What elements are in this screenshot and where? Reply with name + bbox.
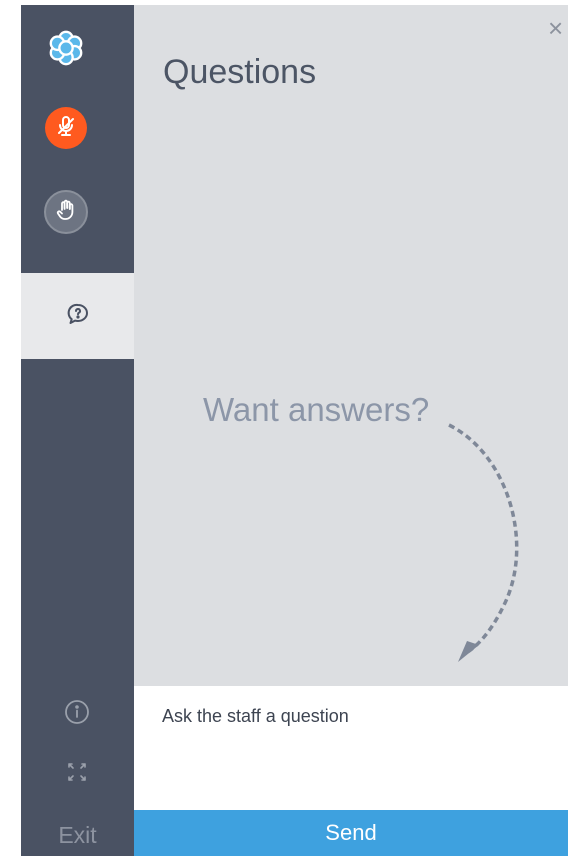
flower-logo-icon[interactable] [45,27,87,69]
mic-muted-icon [54,114,78,143]
sidebar: Exit [21,5,134,856]
questions-panel: Questions × Want answers? [134,5,568,686]
expand-icon [66,761,88,788]
close-icon[interactable]: × [548,15,563,41]
fullscreen-button[interactable] [64,761,90,787]
question-bubble-icon [66,302,90,331]
raise-hand-icon [54,198,78,227]
tab-questions[interactable] [21,273,134,359]
raise-hand-button[interactable] [44,190,88,234]
curved-arrow-icon [448,423,519,662]
empty-state-prompt: Want answers? [203,391,430,428]
info-icon [64,699,90,730]
mic-toggle-button[interactable] [45,107,87,149]
info-button[interactable] [64,699,90,730]
exit-button[interactable]: Exit [21,822,134,849]
question-input[interactable] [162,706,542,796]
send-button[interactable]: Send [134,810,568,856]
question-input-area [134,686,568,810]
panel-title: Questions [163,53,317,91]
